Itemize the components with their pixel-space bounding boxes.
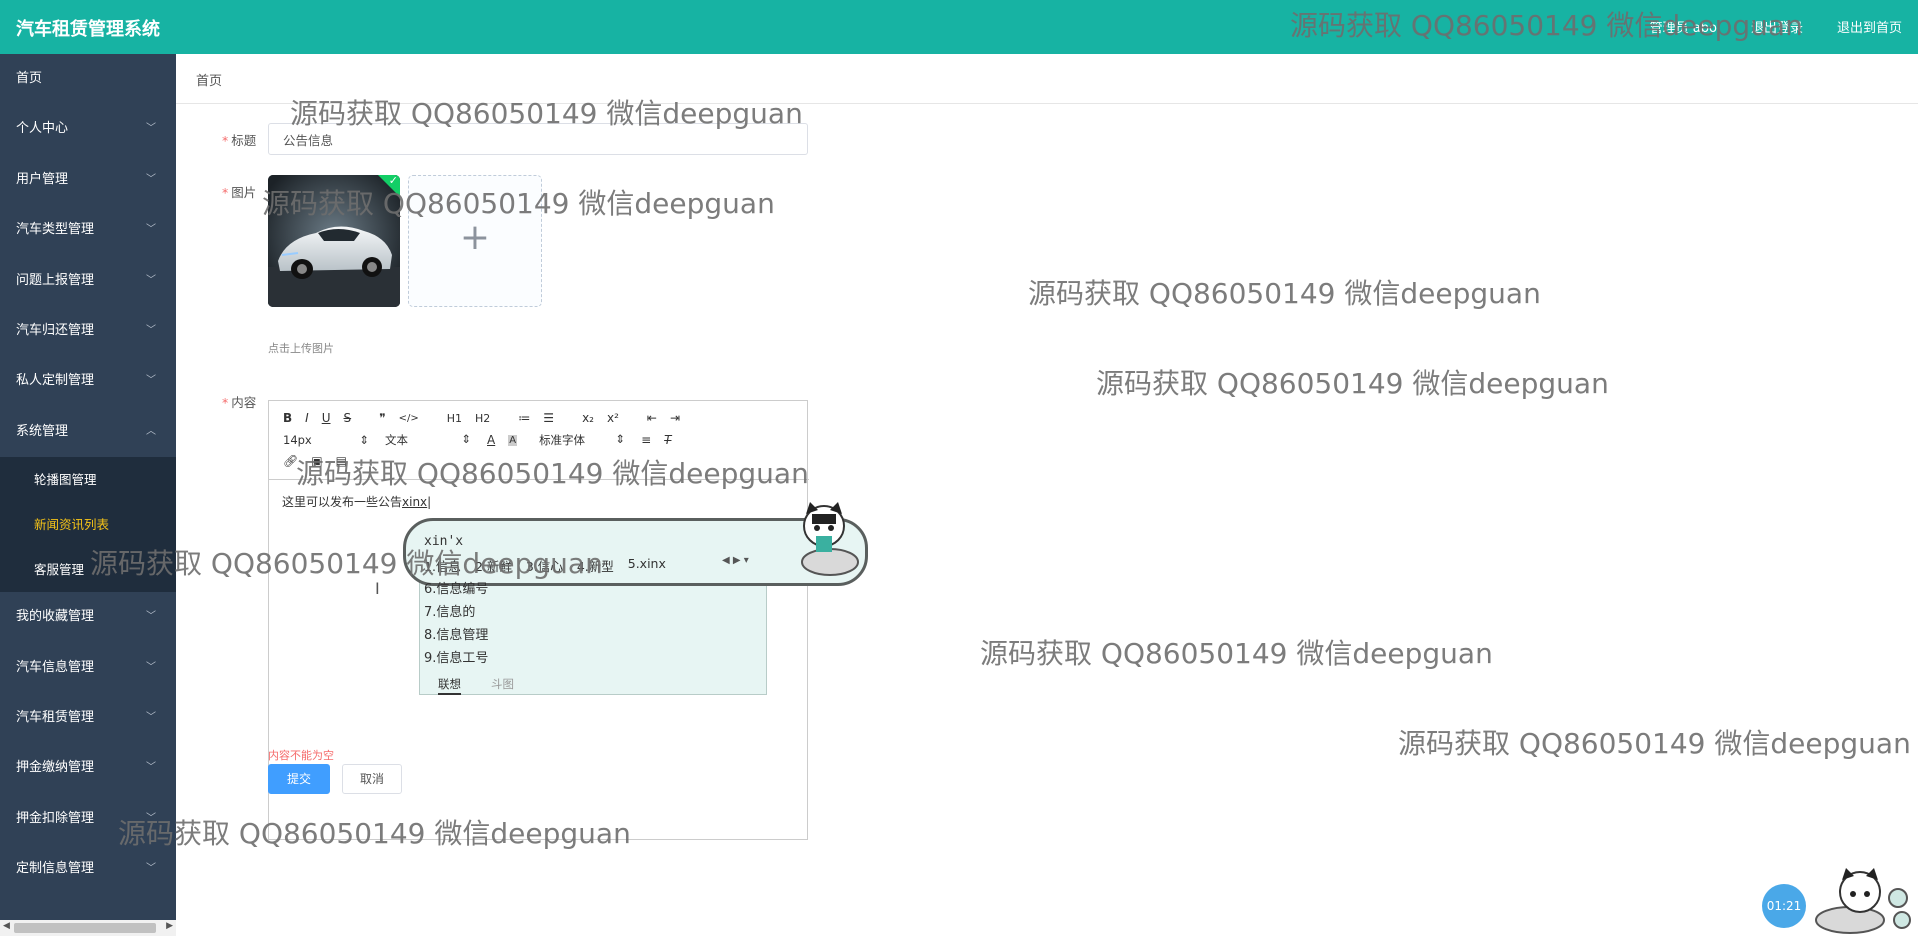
sidebar-item-users[interactable]: 用户管理 ﹀ (0, 155, 176, 205)
h2-button[interactable]: H2 (475, 412, 490, 425)
ime-tab-association[interactable]: 联想 (438, 676, 461, 695)
block-type-select[interactable]: 文本 ⇕ (385, 432, 471, 448)
watermark-text: 源码获取 QQ86050149 微信deepguan (118, 817, 631, 850)
sidebar-item-deposit-pay[interactable]: 押金缴纳管理 ﹀ (0, 743, 176, 793)
ime-candidate[interactable]: 5.xinx (628, 556, 666, 575)
superscript-button[interactable]: x² (607, 411, 619, 425)
background-color-icon[interactable]: A (508, 434, 518, 446)
content-error: 内容不能为空 (268, 749, 334, 762)
title-label: * 标题 (222, 133, 257, 148)
font-size-select[interactable]: 14px ⇕ (283, 433, 369, 447)
quote-button[interactable]: ❞ (379, 411, 385, 425)
sidebar-scrollbar[interactable]: ◀ ▶ (0, 920, 176, 936)
chevron-down-icon: ﹀ (146, 224, 156, 236)
chevron-down-icon: ﹀ (146, 375, 156, 387)
ime-page-arrows-icon[interactable]: ◀ ▶ ▾ (722, 555, 749, 566)
app-title: 汽车租赁管理系统 (16, 19, 160, 40)
editor-toolbar-row2: 14px ⇕ 文本 ⇕ A A 标准字体 ⇕ ≡ T (283, 432, 684, 448)
upload-hint: 点击上传图片 (268, 342, 334, 355)
italic-button[interactable]: I (305, 411, 309, 425)
h1-button[interactable]: H1 (447, 412, 462, 425)
align-icon[interactable]: ≡ (641, 433, 651, 447)
subscript-button[interactable]: x₂ (582, 411, 594, 425)
sidebar-item-custom[interactable]: 私人定制管理 ﹀ (0, 356, 176, 406)
sidebar-item-home[interactable]: 首页 (0, 54, 176, 104)
watermark-text: 源码获取 QQ86050149 微信deepguan (262, 187, 775, 220)
select-arrows-icon: ⇕ (461, 432, 471, 446)
scroll-thumb[interactable] (14, 923, 156, 933)
sidebar-item-car-types[interactable]: 汽车类型管理 ﹀ (0, 205, 176, 255)
content-label: * 内容 (222, 395, 257, 410)
ime-candidate[interactable]: 7.信息的 (424, 601, 488, 624)
watermark-text: 源码获取 QQ86050149 微信deepguan (980, 637, 1493, 670)
outdent-button[interactable]: ⇤ (647, 411, 657, 425)
sidebar: 首页 个人中心 ﹀ 用户管理 ﹀ 汽车类型管理 ﹀ 问题上报管理 ﹀ 汽车归还管理 ﹀ 私… (0, 54, 176, 936)
watermark-text: 源码获取 QQ86050149 微信deepguan (1028, 277, 1541, 310)
sidebar-item-favorites[interactable]: 我的收藏管理 ﹀ (0, 592, 176, 642)
sidebar-item-car-info[interactable]: 汽车信息管理 ﹀ (0, 643, 176, 693)
ordered-list-button[interactable]: ≔ (518, 411, 530, 425)
bullet-list-button[interactable]: ☰ (543, 411, 554, 425)
sidebar-item-car-returns[interactable]: 汽车归还管理 ﹀ (0, 306, 176, 356)
select-arrows-icon: ⇕ (615, 432, 626, 446)
sidebar-item-issue-reports[interactable]: 问题上报管理 ﹀ (0, 256, 176, 306)
strike-button[interactable]: S (344, 411, 352, 425)
breadcrumb[interactable]: 首页 (196, 70, 222, 89)
underline-button[interactable]: U (322, 411, 331, 425)
watermark-text: 源码获取 QQ86050149 微信deepguan (90, 547, 603, 580)
chevron-down-icon: ﹀ (146, 324, 156, 336)
ime-candidate[interactable]: 8.信息管理 (424, 624, 488, 647)
sidebar-subitem-news[interactable]: 新闻资讯列表 (0, 502, 176, 548)
watermark-text: 源码获取 QQ86050149 微信deepguan (1290, 9, 1803, 42)
scroll-left-icon[interactable]: ◀ (3, 921, 10, 931)
sidebar-item-car-rental[interactable]: 汽车租赁管理 ﹀ (0, 693, 176, 743)
back-to-home-link[interactable]: 退出到首页 (1837, 17, 1902, 36)
scroll-right-icon[interactable]: ▶ (166, 921, 173, 931)
font-family-select[interactable]: 标准字体 ⇕ (539, 432, 625, 448)
watermark-text: 源码获取 QQ86050149 微信deepguan (1096, 367, 1609, 400)
chevron-down-icon: ﹀ (146, 274, 156, 286)
sidebar-subitem-carousel[interactable]: 轮播图管理 (0, 457, 176, 503)
watermark-text: 源码获取 QQ86050149 微信deepguan (1398, 727, 1911, 760)
ime-candidate[interactable]: 9.信息工号 (424, 647, 488, 670)
editor-toolbar-row1: B I U S ❞ </> H1 H2 ≔ ☰ x₂ x² ⇤ ⇥ (283, 411, 693, 425)
cancel-button[interactable]: 取消 (342, 764, 402, 794)
plus-icon: + (459, 217, 491, 258)
submit-button[interactable]: 提交 (268, 764, 330, 794)
text-color-icon[interactable]: A (487, 433, 495, 447)
indent-button[interactable]: ⇥ (670, 411, 680, 425)
chevron-down-icon: ﹀ (146, 762, 156, 774)
ime-mascot-icon (801, 502, 859, 576)
code-button[interactable]: </> (399, 413, 419, 424)
ime-candidate-list: 6.信息编号 7.信息的 8.信息管理 9.信息工号 (424, 578, 488, 670)
sidebar-item-personal-center[interactable]: 个人中心 ﹀ (0, 104, 176, 154)
corner-mascot-icon (1815, 868, 1911, 934)
ime-tabs: 联想 斗图 (438, 676, 514, 695)
ime-tab-stickers[interactable]: 斗图 (491, 676, 514, 695)
editor-content[interactable]: 这里可以发布一些公告xinx| (282, 493, 431, 510)
watermark-text: 源码获取 QQ86050149 微信deepguan (290, 97, 803, 130)
image-label: * 图片 (222, 185, 257, 200)
chevron-down-icon: ﹀ (146, 661, 156, 673)
chevron-down-icon: ﹀ (146, 123, 156, 135)
clear-format-icon[interactable]: T (664, 433, 671, 447)
sidebar-item-system[interactable]: 系统管理 ︿ (0, 407, 176, 457)
select-arrows-icon: ⇕ (359, 433, 369, 447)
chevron-up-icon: ︿ (146, 425, 156, 437)
chevron-down-icon: ﹀ (146, 711, 156, 723)
timer-badge[interactable]: 01:21 (1762, 884, 1806, 928)
bold-button[interactable]: B (283, 411, 292, 425)
watermark-text: 源码获取 QQ86050149 微信deepguan (296, 457, 809, 490)
chevron-down-icon: ﹀ (146, 173, 156, 185)
chevron-down-icon: ﹀ (146, 611, 156, 623)
